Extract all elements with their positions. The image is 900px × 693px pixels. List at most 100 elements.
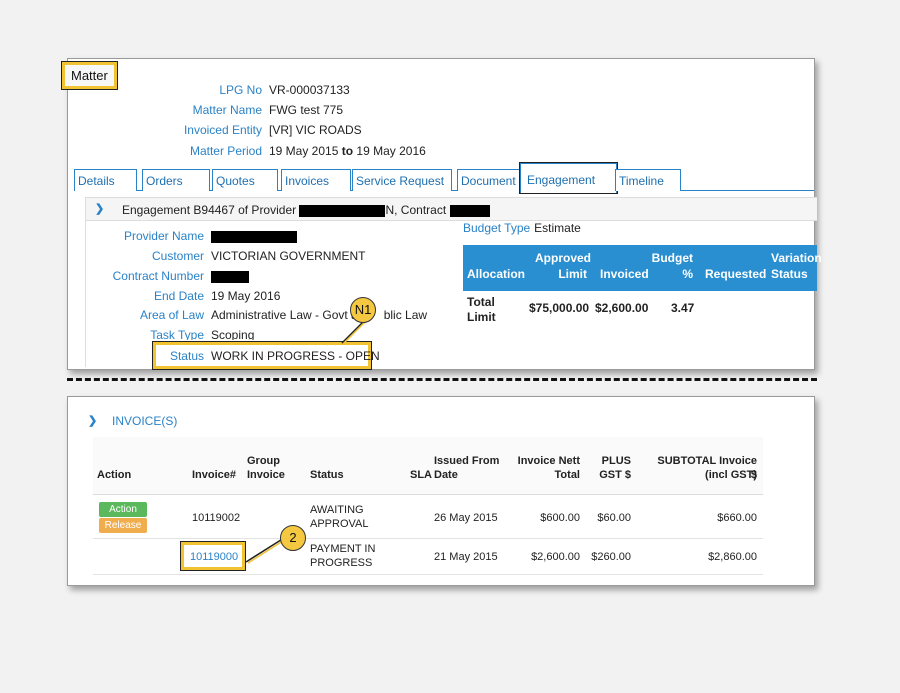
col-variation-1: Variation [771, 251, 822, 265]
tab-details[interactable]: Details [74, 169, 137, 191]
col-nett-2: Total [554, 469, 580, 481]
col-subtotal-2: (incl GST) [705, 469, 757, 481]
col-group-2: Invoice [247, 469, 285, 481]
customer-row: Customer VICTORIAN GOVERNMENT [86, 249, 365, 263]
annotation-2: 2 [280, 525, 306, 551]
matter-period-row: Matter Period 19 May 2015 to 19 May 2016 [68, 144, 426, 158]
chevron-down-icon[interactable]: ❯ [88, 414, 97, 427]
period-to: 19 May 2016 [356, 144, 426, 158]
invoice-issued: 21 May 2015 [434, 551, 498, 563]
period-from: 19 May 2015 [269, 144, 339, 158]
invoice-number-highlight: 10119000 [180, 541, 246, 571]
status-value: WORK IN PROGRESS - OPEN [211, 349, 380, 363]
engagement-header-text: Engagement B94467 of Provider N, Contrac… [122, 203, 490, 217]
col-group-1: Group [247, 455, 280, 467]
row-allocation-1: Total [467, 295, 495, 309]
matter-name-value: FWG test 775 [269, 103, 344, 117]
row-budget-pct: 3.47 [671, 301, 695, 315]
release-button[interactable]: Release [99, 518, 147, 533]
col-requested: Requested [705, 267, 767, 281]
engagement-section: ❯ Engagement B94467 of Provider N, Contr… [85, 197, 822, 370]
row-invoiced: $2,600.00 [595, 301, 649, 315]
col-issued-1: Issued From [434, 455, 500, 467]
invoices-table: Action Invoice# Group Invoice Status SLA… [93, 437, 763, 575]
tab-engagement[interactable]: Engagement [519, 162, 618, 194]
tab-quotes[interactable]: Quotes [212, 169, 278, 191]
invoice-gst: $60.00 [597, 512, 631, 524]
status-row: Status WORK IN PROGRESS - OPEN [156, 349, 380, 363]
col-gst-1: PLUS [601, 455, 631, 467]
invoice-subtotal: $660.00 [717, 512, 757, 524]
invoiced-entity-label: Invoiced Entity [183, 123, 262, 137]
section-divider [67, 378, 817, 383]
end-date-value: 19 May 2016 [211, 289, 281, 303]
area-of-law-value: Administrative Law - Govt a blic Law [211, 308, 428, 322]
redacted-contract [449, 204, 490, 217]
invoiced-entity-row: Invoiced Entity [VR] VIC ROADS [68, 123, 362, 137]
invoice-nett: $600.00 [540, 512, 580, 524]
invoice-nett: $2,600.00 [531, 551, 580, 563]
tab-timeline[interactable]: Timeline [615, 169, 681, 191]
col-approved-2: Limit [558, 267, 587, 281]
col-action: Action [97, 469, 132, 481]
chevron-down-icon[interactable]: ❯ [95, 202, 104, 215]
budget-type-label: Budget Type [463, 221, 531, 235]
table-row: 10119000 PAYMENT IN PROGRESS 21 May 2015… [93, 539, 763, 575]
redacted-contract-number [211, 270, 249, 283]
redacted-provider-name [211, 230, 297, 243]
col-approved-1: Approved [535, 251, 592, 265]
tab-service-request[interactable]: Service Request [352, 169, 452, 191]
action-button[interactable]: Action [99, 502, 147, 517]
matter-period-label: Matter Period [189, 144, 262, 158]
invoice-status-1: AWAITING [310, 504, 364, 516]
provider-name-label: Provider Name [123, 229, 204, 243]
col-allocation: Allocation [467, 267, 526, 281]
lpg-no-row: LPG No VR-000037133 [68, 83, 349, 97]
col-status: Status [310, 469, 344, 481]
engagement-header[interactable]: ❯ Engagement B94467 of Provider N, Contr… [86, 197, 817, 221]
invoice-status-1: PAYMENT IN [310, 543, 376, 555]
end-date-row: End Date 19 May 2016 [86, 289, 280, 303]
matter-name-row: Matter Name FWG test 775 [68, 103, 343, 117]
matter-name-label: Matter Name [192, 103, 262, 117]
col-budget-1: Budget [651, 251, 693, 265]
col-variation-2: Status [771, 267, 808, 281]
invoice-status-2: PROGRESS [310, 557, 373, 569]
budget-table: Allocation Approved Limit Invoiced Budge… [463, 245, 822, 327]
row-allocation-2: Limit [467, 310, 496, 324]
col-invoice-no: Invoice# [192, 469, 237, 481]
budget-table-header: Allocation Approved Limit Invoiced Budge… [463, 245, 822, 291]
col-invoiced: Invoiced [600, 267, 649, 281]
matter-period-value: 19 May 2015 to 19 May 2016 [269, 144, 426, 158]
invoice-subtotal: $2,860.00 [708, 551, 757, 563]
budget-type-row: Budget Type Estimate [463, 221, 581, 235]
invoices-panel: ❯ INVOICE(S) Action Invoice# Group Invoi… [67, 396, 815, 586]
col-gst-2: GST $ [599, 469, 631, 481]
invoices-table-header: Action Invoice# Group Invoice Status SLA… [93, 437, 763, 495]
col-budget-2: % [682, 267, 693, 281]
col-nett-1: Invoice Nett [517, 455, 580, 467]
task-type-value: Scoping [211, 328, 255, 340]
end-date-label: End Date [153, 289, 204, 303]
invoice-number-link[interactable]: 10119000 [190, 550, 238, 564]
redacted-provider [299, 204, 386, 217]
table-row: Action Release 10119002 AWAITING APPROVA… [93, 495, 763, 539]
invoiced-entity-value: [VR] VIC ROADS [269, 123, 362, 137]
lpg-no-label: LPG No [219, 83, 262, 97]
tab-orders[interactable]: Orders [142, 169, 210, 191]
customer-label: Customer [151, 249, 204, 263]
col-issued-2: Date [434, 469, 458, 481]
invoice-status-2: APPROVAL [310, 518, 369, 530]
tab-invoices[interactable]: Invoices [281, 169, 351, 191]
invoice-issued: 26 May 2015 [434, 512, 498, 524]
contract-number-row: Contract Number [86, 269, 249, 283]
budget-row-total: Total Limit $75,000.00 $2,600.00 3.47 [463, 291, 817, 327]
annotation-n1: N1 [350, 297, 376, 323]
status-label: Status [169, 349, 204, 363]
invoices-section-title[interactable]: INVOICE(S) [112, 414, 177, 428]
provider-name-row: Provider Name [86, 229, 297, 243]
budget-type-value: Estimate [534, 221, 581, 235]
tab-document[interactable]: Document [457, 169, 521, 191]
customer-value: VICTORIAN GOVERNMENT [211, 249, 366, 263]
task-type-row: Task Type Scoping [86, 328, 254, 340]
